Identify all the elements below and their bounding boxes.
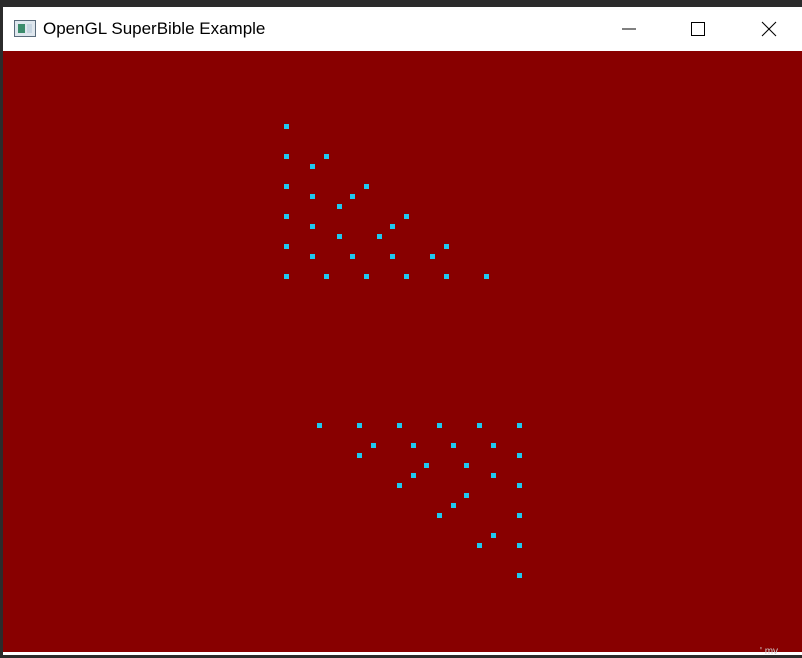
rendered-point xyxy=(284,214,289,219)
app-window: OpenGL SuperBible Example xyxy=(3,7,802,655)
rendered-point xyxy=(284,124,289,129)
minimize-button[interactable] xyxy=(606,7,652,51)
rendered-point xyxy=(477,423,482,428)
rendered-point xyxy=(350,194,355,199)
rendered-point xyxy=(411,443,416,448)
window-title: OpenGL SuperBible Example xyxy=(43,19,266,38)
rendered-point xyxy=(464,463,469,468)
rendered-point xyxy=(364,274,369,279)
rendered-point xyxy=(284,244,289,249)
rendered-point xyxy=(337,204,342,209)
rendered-point xyxy=(517,423,522,428)
rendered-point xyxy=(284,184,289,189)
rendered-point xyxy=(517,483,522,488)
rendered-point xyxy=(310,194,315,199)
rendered-point xyxy=(377,234,382,239)
rendered-point xyxy=(451,503,456,508)
rendered-point xyxy=(484,274,489,279)
rendered-point xyxy=(364,184,369,189)
rendered-point xyxy=(310,254,315,259)
rendered-point xyxy=(437,423,442,428)
maximize-button[interactable] xyxy=(675,7,721,51)
rendered-point xyxy=(317,423,322,428)
rendered-point xyxy=(397,423,402,428)
rendered-point xyxy=(284,274,289,279)
maximize-icon xyxy=(691,22,705,36)
close-button[interactable] xyxy=(746,7,792,51)
minimize-icon xyxy=(622,28,636,30)
rendered-point xyxy=(390,224,395,229)
rendered-point xyxy=(310,164,315,169)
rendered-point xyxy=(517,513,522,518)
rendered-point xyxy=(397,483,402,488)
rendered-point xyxy=(517,453,522,458)
rendered-point xyxy=(324,154,329,159)
rendered-point xyxy=(357,453,362,458)
rendered-point xyxy=(284,154,289,159)
app-window-icon xyxy=(14,20,36,37)
rendered-point xyxy=(404,214,409,219)
rendered-point xyxy=(517,573,522,578)
rendered-point xyxy=(437,513,442,518)
rendered-point xyxy=(424,463,429,468)
rendered-point xyxy=(357,423,362,428)
rendered-point xyxy=(451,443,456,448)
rendered-point xyxy=(371,443,376,448)
rendered-point xyxy=(337,234,342,239)
rendered-point xyxy=(491,443,496,448)
title-bar[interactable]: OpenGL SuperBible Example xyxy=(3,7,802,51)
rendered-point xyxy=(477,543,482,548)
rendered-point xyxy=(430,254,435,259)
rendered-point xyxy=(411,473,416,478)
close-icon xyxy=(761,21,777,37)
rendered-point xyxy=(324,274,329,279)
rendered-point xyxy=(464,493,469,498)
rendered-point xyxy=(517,543,522,548)
taskbar-text: ' mv xyxy=(760,646,779,657)
rendered-point xyxy=(444,244,449,249)
opengl-render-surface[interactable] xyxy=(3,51,802,652)
rendered-point xyxy=(390,254,395,259)
rendered-point xyxy=(404,274,409,279)
rendered-point xyxy=(444,274,449,279)
rendered-point xyxy=(491,533,496,538)
rendered-point xyxy=(491,473,496,478)
rendered-point xyxy=(350,254,355,259)
rendered-point xyxy=(310,224,315,229)
